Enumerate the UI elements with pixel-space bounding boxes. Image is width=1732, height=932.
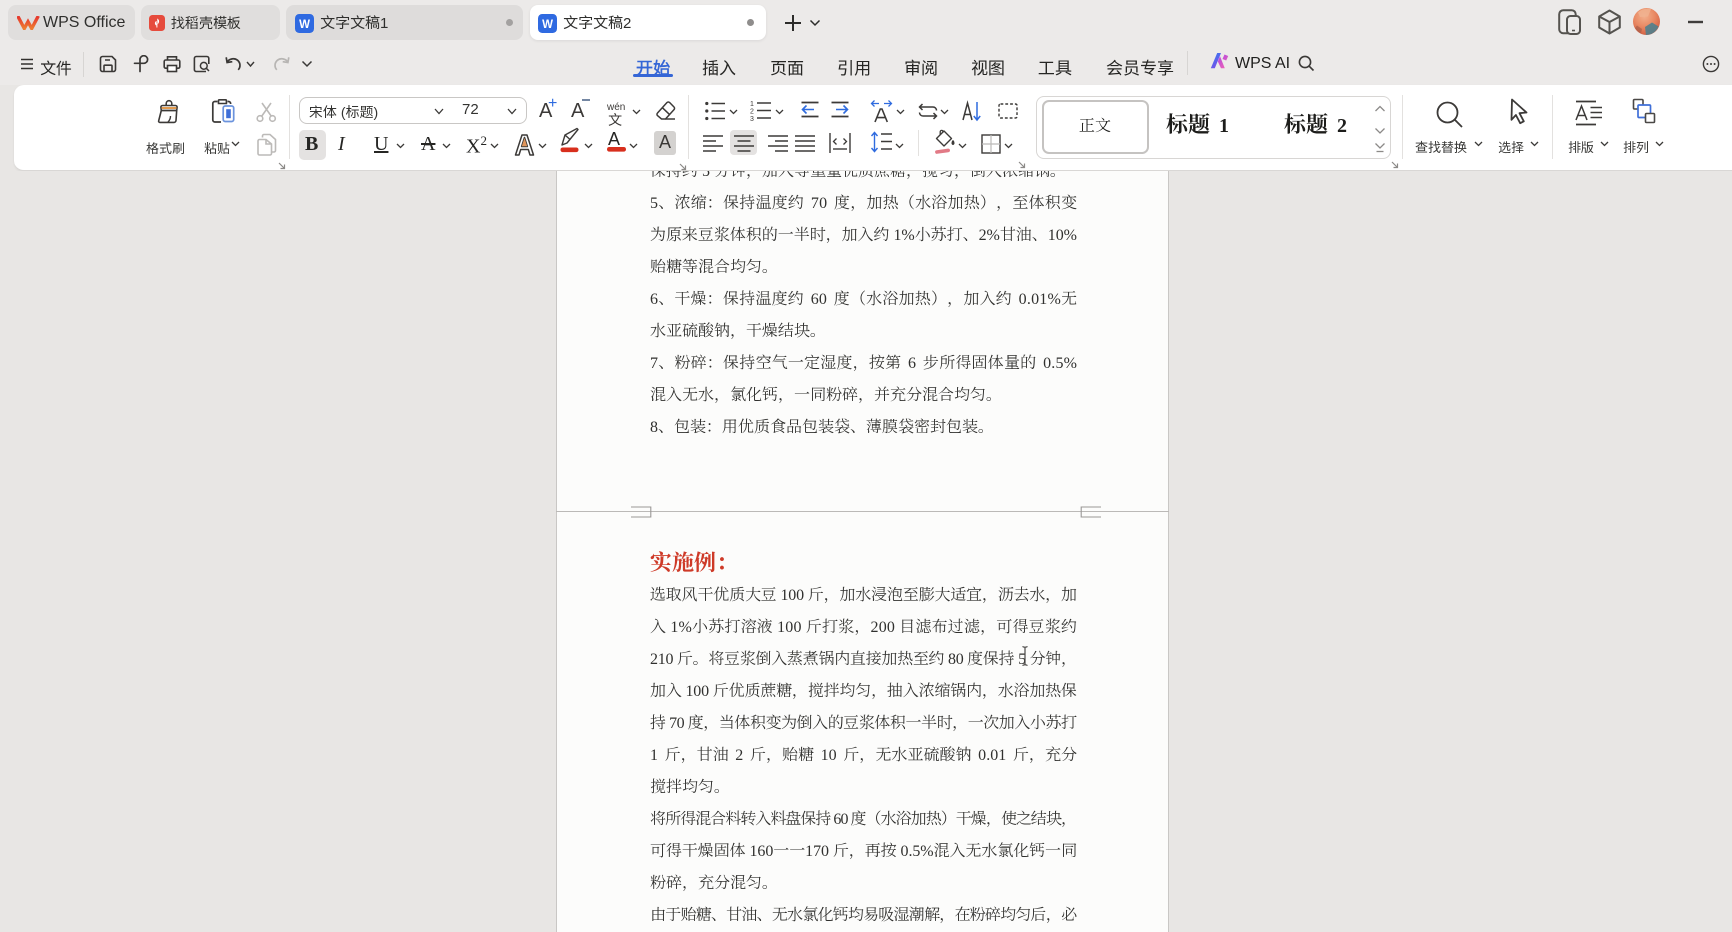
svg-text:文: 文 bbox=[608, 110, 622, 126]
svg-text:W: W bbox=[299, 19, 310, 31]
svg-text:1: 1 bbox=[750, 101, 754, 108]
svg-text:2: 2 bbox=[750, 109, 754, 116]
svg-text:3: 3 bbox=[750, 116, 754, 121]
svg-text:W: W bbox=[542, 19, 553, 31]
